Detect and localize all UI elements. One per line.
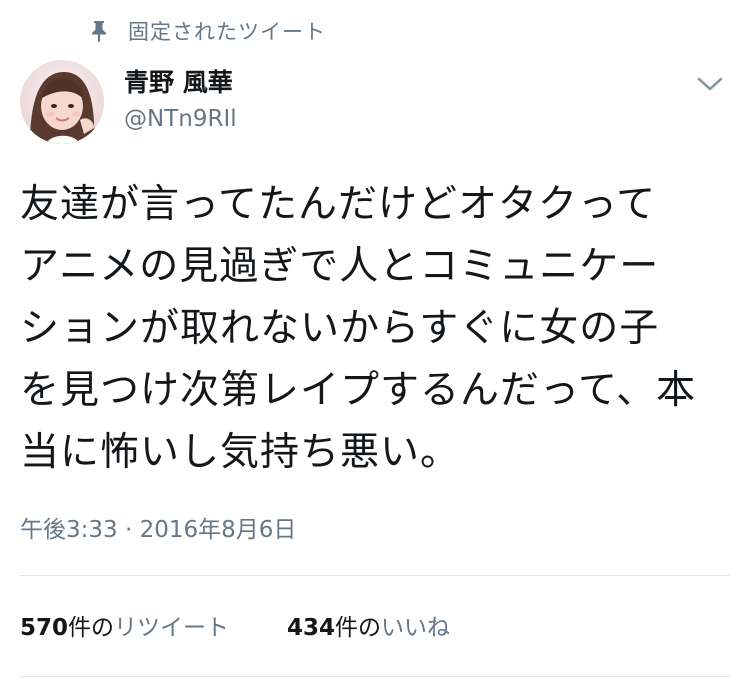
tweet-text: 友達が言ってたんだけどオタクって アニメの見過ぎで人とコミュニケー ションが取れ…: [20, 182, 697, 475]
retweet-count-unit: 件の: [68, 615, 115, 641]
display-name[interactable]: 青野 風華: [124, 66, 237, 100]
user-handle[interactable]: @NTn9RIl: [124, 102, 237, 136]
avatar[interactable]: [20, 60, 104, 144]
retweet-count-number: 570: [20, 615, 69, 641]
retweet-count[interactable]: 570 件の リツイート: [20, 608, 229, 642]
like-count-number: 434: [287, 615, 336, 641]
tweet-stats: 570 件の リツイート 434 件の いいね: [20, 608, 508, 642]
pinned-tweet-indicator: 固定されたツイート: [88, 14, 326, 48]
divider: [20, 575, 730, 576]
retweet-label: リツイート: [114, 615, 230, 641]
pinned-label: 固定されたツイート: [128, 20, 326, 44]
user-name-block[interactable]: 青野 風華 @NTn9RIl: [124, 66, 237, 136]
tweet-timestamp[interactable]: 午後3:33 · 2016年8月6日: [20, 510, 296, 544]
tweet-header: 青野 風華 @NTn9RIl: [20, 60, 730, 150]
pin-icon: [88, 18, 110, 44]
like-count-unit: 件の: [335, 615, 382, 641]
like-count[interactable]: 434 件の いいね: [287, 608, 450, 642]
divider: [20, 676, 730, 677]
chevron-down-icon[interactable]: [692, 66, 728, 102]
like-label: いいね: [381, 615, 451, 641]
